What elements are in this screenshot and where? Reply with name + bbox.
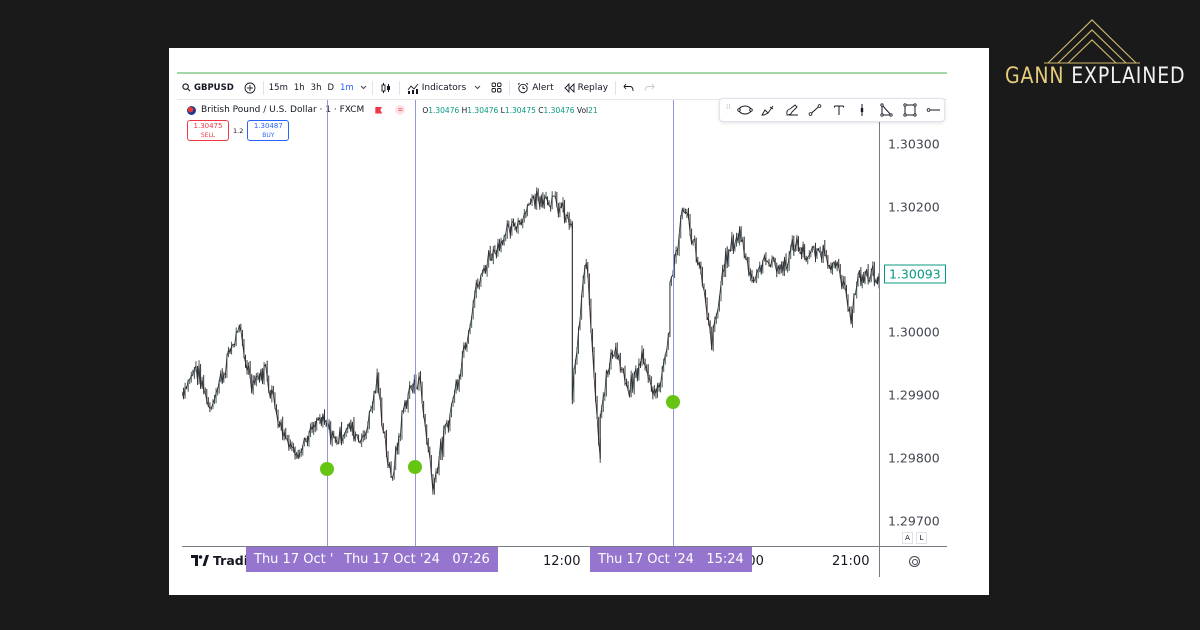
redo-button[interactable]	[639, 77, 660, 99]
trend-line-tool[interactable]	[805, 100, 827, 120]
triangle-icon	[880, 103, 893, 117]
vertical-line-drawing[interactable]	[415, 100, 417, 546]
search-icon	[182, 83, 191, 92]
price-tick: 1.29900	[888, 387, 940, 403]
price-series	[181, 187, 880, 495]
price-tick: 1.30300	[888, 136, 940, 152]
compare-symbol-button[interactable]	[239, 77, 261, 99]
price-tick: 1.30200	[888, 199, 940, 215]
pyramid-logo-icon	[1044, 19, 1140, 64]
price-tick: 1.29700	[888, 513, 940, 529]
highlighter-icon	[786, 104, 798, 116]
gann-explained-logo: GANN EXPLAINED	[1004, 18, 1185, 90]
price-scale[interactable]: 1.30300 1.30200 1.30000 1.29900 1.29800 1.297…	[879, 100, 947, 546]
replay-button[interactable]: Replay	[559, 77, 613, 99]
scale-mode-buttons: A L	[902, 532, 927, 544]
scale-divider	[879, 547, 880, 577]
brand-word-explained: EXPLAINED	[1071, 64, 1186, 89]
symbol-search-button[interactable]: GBPUSD	[177, 77, 239, 99]
horizontal-ray-icon	[926, 108, 941, 112]
chevron-down-icon	[360, 85, 367, 89]
timeframe-d[interactable]: D	[324, 83, 337, 93]
price-series-chart	[181, 187, 880, 495]
crosshair-time-label: Thu 17 Oct '	[246, 547, 342, 572]
plus-circle-icon	[244, 82, 256, 93]
separator	[615, 80, 617, 95]
layouts-button[interactable]	[486, 77, 507, 99]
undo-button[interactable]	[618, 77, 639, 99]
text-icon	[833, 105, 844, 115]
rectangle-tool[interactable]	[899, 100, 921, 120]
current-price-label: 1.30093	[884, 264, 946, 284]
brand-name: GANN EXPLAINED	[1005, 64, 1185, 89]
horizontal-ray-tool[interactable]	[922, 100, 944, 120]
time-tick: 21:00	[832, 554, 870, 569]
top-accent-line	[177, 72, 947, 74]
alarm-clock-icon	[517, 82, 529, 93]
vertical-line-drawing[interactable]	[326, 100, 328, 546]
price-tick: 1.30000	[888, 324, 940, 340]
drawing-toolbar: ⁞⁞	[719, 98, 945, 122]
replay-label: Replay	[577, 82, 609, 93]
brand-word-gann: GANN	[1005, 64, 1065, 89]
long-position-tool[interactable]	[852, 100, 874, 120]
vertical-line-drawing[interactable]	[672, 100, 674, 546]
time-tick: 12:00	[543, 554, 581, 569]
indicators-icon	[407, 83, 419, 94]
candlestick-icon	[381, 82, 390, 93]
brush-tool[interactable]	[757, 100, 779, 120]
indicators-button[interactable]: Indicators	[402, 77, 486, 99]
brush-icon	[761, 105, 774, 116]
long-position-icon	[861, 104, 864, 116]
separator	[509, 80, 511, 95]
alert-label: Alert	[532, 82, 554, 93]
tradingview-chart-widget: GBPUSD 15m 1h 3h D 1m Indicators Alert R…	[177, 72, 947, 580]
trend-line-icon	[809, 104, 822, 116]
separator	[262, 80, 264, 95]
undo-icon	[623, 83, 634, 92]
chevron-down-icon	[474, 85, 481, 90]
top-toolbar: GBPUSD 15m 1h 3h D 1m Indicators Alert R…	[177, 76, 947, 100]
green-dot-marker[interactable]	[665, 395, 680, 410]
chart-plot-area[interactable]: TradingView	[181, 100, 880, 568]
rectangle-icon	[902, 103, 917, 117]
separator	[371, 80, 373, 95]
ellipse-icon	[736, 105, 753, 115]
triangle-tool[interactable]	[875, 100, 897, 120]
price-tick: 1.29800	[888, 450, 940, 466]
log-scale-button[interactable]: L	[916, 532, 927, 544]
auto-scale-button[interactable]: A	[902, 532, 913, 544]
drag-handle[interactable]: ⁞⁞	[726, 104, 732, 115]
alert-button[interactable]: Alert	[512, 77, 558, 99]
redo-icon	[644, 83, 655, 92]
separator	[398, 80, 400, 95]
indicators-label: Indicators	[421, 82, 467, 93]
price-line	[181, 190, 880, 493]
crosshair-time-label: Thu 17 Oct '24 07:26	[336, 547, 498, 572]
highlighter-tool[interactable]	[781, 100, 803, 120]
ellipse-tool[interactable]	[734, 100, 756, 120]
chart-settings-icon[interactable]	[909, 556, 920, 567]
text-tool[interactable]	[828, 100, 850, 120]
timeframe-3h[interactable]: 3h	[308, 83, 325, 93]
crosshair-time-label: Thu 17 Oct '24 15:24	[590, 547, 752, 572]
timeframe-1m[interactable]: 1m	[337, 83, 357, 93]
timeframe-15m[interactable]: 15m	[266, 83, 291, 93]
time-scale[interactable]: 12:00 :00 21:00 Thu 17 Oct ' Thu 17 Oct …	[182, 546, 947, 577]
timeframe-1h[interactable]: 1h	[291, 83, 308, 93]
rewind-icon	[563, 82, 575, 93]
symbol-name: GBPUSD	[194, 82, 234, 93]
chart-type-button[interactable]	[375, 77, 397, 99]
grid-layout-icon	[491, 82, 502, 93]
timeframe-dropdown[interactable]	[357, 83, 370, 93]
